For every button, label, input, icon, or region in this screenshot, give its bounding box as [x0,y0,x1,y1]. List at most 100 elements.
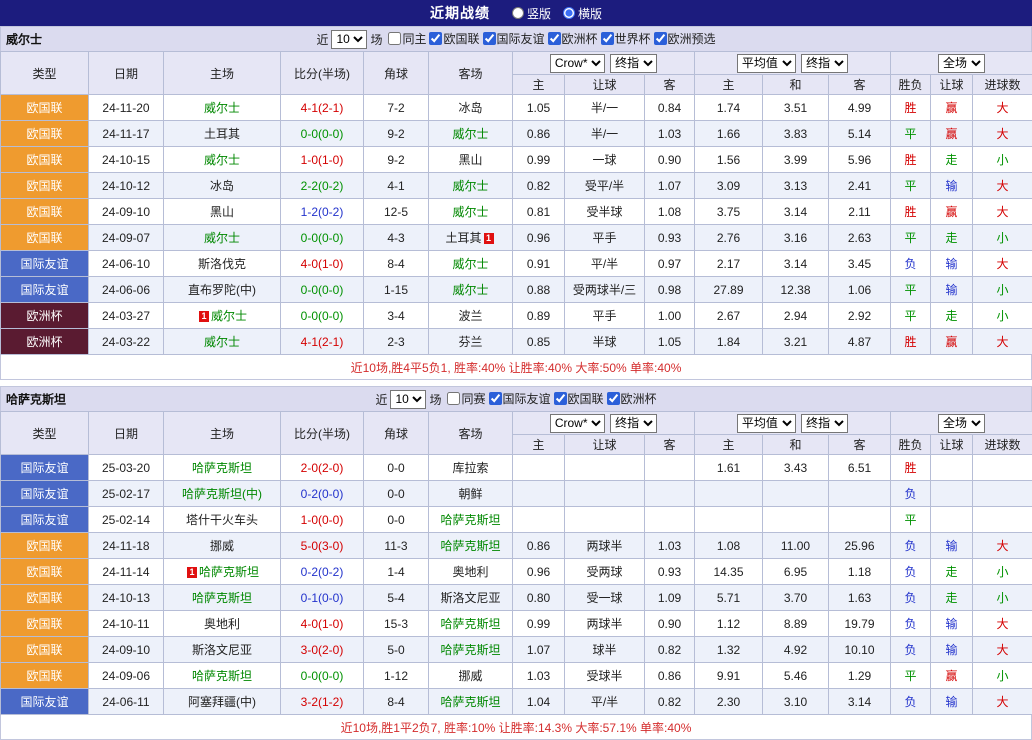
avg-away-cell: 3.14 [829,689,891,715]
corners-cell: 15-3 [364,611,429,637]
odds-home-cell: 1.07 [513,637,565,663]
home-team-cell: 威尔士 [164,95,281,121]
col-header-avg-home: 主 [695,435,763,455]
avg-home-cell: 3.75 [695,199,763,225]
filter-check-box[interactable] [388,32,401,45]
handicap-result-cell [931,481,973,507]
handicap-result-cell: 输 [931,277,973,303]
odds-source-select[interactable]: Crow* [550,414,605,433]
home-team-name: 哈萨克斯坦 [192,591,252,605]
match-row: 欧国联24-09-07威尔士0-0(0-0)4-3土耳其10.96平手0.932… [1,225,1032,251]
odds-handicap-cell: 平手 [565,225,645,251]
layout-radio[interactable] [512,7,524,19]
handicap-result-cell: 走 [931,559,973,585]
away-team-name: 哈萨克斯坦 [440,617,500,631]
score-cell: 0-1(0-0) [281,585,364,611]
odds-time-select[interactable]: 终指 [610,414,657,433]
result-cell: 负 [891,251,931,277]
odds-away-cell: 0.93 [645,559,695,585]
goals-result-cell [973,455,1032,481]
match-row: 欧洲杯24-03-271威尔士0-0(0-0)3-4波兰0.89平手1.002.… [1,303,1032,329]
date-cell: 24-10-15 [89,147,164,173]
layout-radio[interactable] [563,7,575,19]
topbar: 近期战绩 竖版横版 [0,0,1032,26]
odds-handicap-cell: 半球 [565,329,645,355]
filter-check[interactable]: 同赛 [447,390,485,407]
filter-check-box[interactable] [554,392,567,405]
filter-check-box[interactable] [429,32,442,45]
odds-source-header: Crow* 终指 [513,52,695,75]
home-team-name: 威尔士 [204,101,240,115]
filter-check[interactable]: 同主 [388,30,426,47]
corners-cell: 0-0 [364,481,429,507]
avg-source-select[interactable]: 平均值 [737,54,796,73]
avg-home-cell: 2.67 [695,303,763,329]
handicap-result-cell [931,455,973,481]
away-team-cell: 朝鲜 [429,481,513,507]
away-team-cell: 挪威 [429,663,513,689]
corners-cell: 3-4 [364,303,429,329]
filter-check-box[interactable] [548,32,561,45]
avg-away-cell: 2.63 [829,225,891,251]
date-cell: 24-10-12 [89,173,164,199]
match-count-select[interactable]: 10 [331,30,367,49]
avg-draw-cell: 6.95 [763,559,829,585]
col-header-result: 胜负 [891,75,931,95]
filter-check-box[interactable] [483,32,496,45]
filter-check-box[interactable] [601,32,614,45]
avg-source-select[interactable]: 平均值 [737,414,796,433]
filter-near-label: 近 [316,31,328,48]
odds-source-select[interactable]: Crow* [550,54,605,73]
filter-check[interactable]: 国际友谊 [489,390,551,407]
league-cell: 国际友谊 [1,277,89,303]
date-cell: 24-11-14 [89,559,164,585]
away-team-cell: 波兰 [429,303,513,329]
odds-home-cell [513,481,565,507]
filter-check[interactable]: 欧洲预选 [654,30,716,47]
avg-draw-cell: 3.70 [763,585,829,611]
avg-away-cell [829,481,891,507]
col-header-goals: 进球数 [973,75,1032,95]
match-count-select[interactable]: 10 [390,390,426,409]
odds-away-cell: 0.86 [645,663,695,689]
matches-body: 国际友谊25-03-20哈萨克斯坦2-0(2-0)0-0库拉索1.613.436… [1,455,1032,715]
layout-toggle: 竖版横版 [500,5,602,22]
filter-check-box[interactable] [489,392,502,405]
away-team-name: 奥地利 [452,565,488,579]
goals-result-cell: 小 [973,559,1032,585]
filter-check-box[interactable] [607,392,620,405]
filter-check-box[interactable] [654,32,667,45]
filter-check[interactable]: 欧洲杯 [548,30,598,47]
full-match-select[interactable]: 全场 [938,414,985,433]
filter-check[interactable]: 世界杯 [601,30,651,47]
col-header-date: 日期 [89,52,164,95]
avg-time-select[interactable]: 终指 [801,54,848,73]
col-header-score: 比分(半场) [281,52,364,95]
away-team-name: 威尔士 [452,283,488,297]
filter-check[interactable]: 欧国联 [429,30,479,47]
goals-result-cell: 小 [973,663,1032,689]
score-cell: 0-0(0-0) [281,277,364,303]
layout-option[interactable]: 横版 [563,5,602,22]
filter-check[interactable]: 欧国联 [554,390,604,407]
avg-home-cell: 14.35 [695,559,763,585]
match-row: 欧国联24-09-10斯洛文尼亚3-0(2-0)5-0哈萨克斯坦1.07球半0.… [1,637,1032,663]
filter-near-label: 近 [375,391,387,408]
layout-option[interactable]: 竖版 [512,5,551,22]
odds-away-cell [645,455,695,481]
odds-time-select[interactable]: 终指 [610,54,657,73]
odds-home-cell: 1.03 [513,663,565,689]
record-summary: 近10场,胜1平2负7, 胜率:10% 让胜率:14.3% 大率:57.1% 单… [0,715,1032,740]
handicap-result-cell: 赢 [931,95,973,121]
filter-check[interactable]: 国际友谊 [483,30,545,47]
full-match-select[interactable]: 全场 [938,54,985,73]
avg-time-select[interactable]: 终指 [801,414,848,433]
league-cell: 欧国联 [1,147,89,173]
filter-check-box[interactable] [447,392,460,405]
odds-home-cell: 0.80 [513,585,565,611]
filter-check[interactable]: 欧洲杯 [607,390,657,407]
home-team-cell: 冰岛 [164,173,281,199]
result-cell: 平 [891,173,931,199]
odds-home-cell: 1.04 [513,689,565,715]
odds-handicap-cell: 平/半 [565,251,645,277]
